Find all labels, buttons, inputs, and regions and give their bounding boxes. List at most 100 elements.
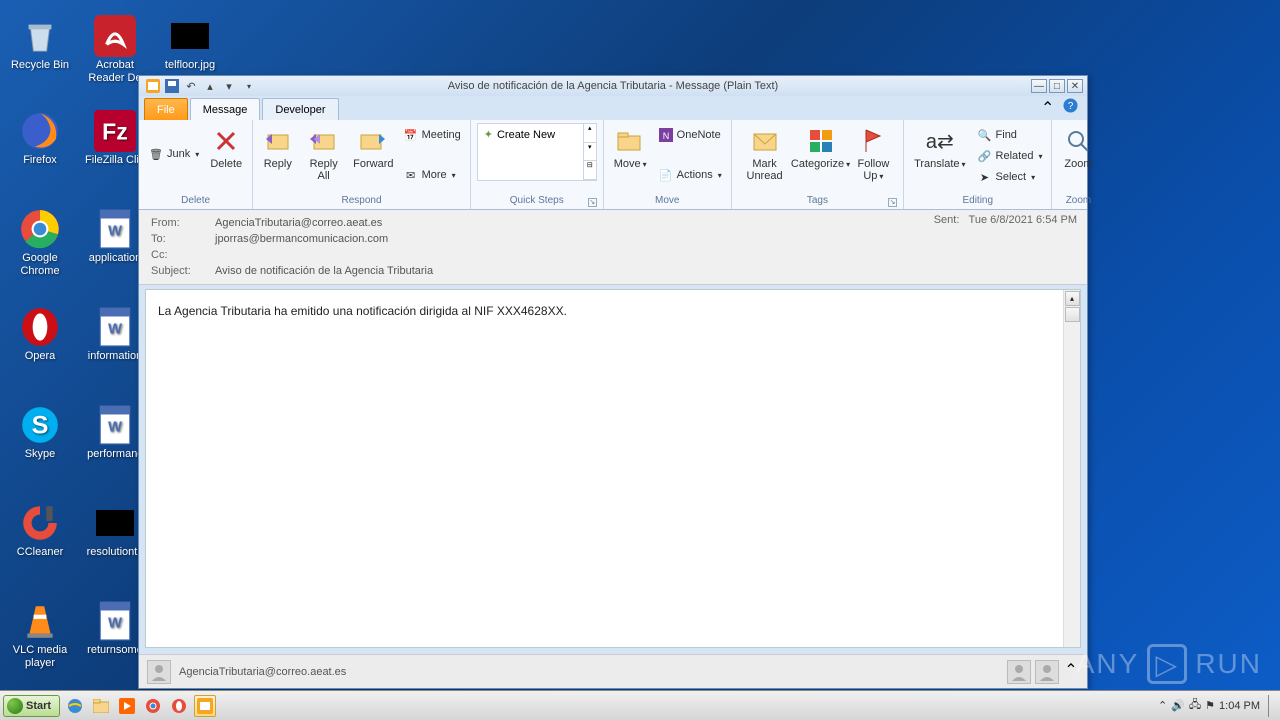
- quick-steps-gallery[interactable]: ✦Create New ▴▾⊟: [477, 123, 597, 181]
- show-desktop-button[interactable]: [1268, 695, 1276, 717]
- svg-text:W: W: [108, 321, 122, 337]
- svg-text:W: W: [108, 419, 122, 435]
- maximize-button[interactable]: □: [1049, 79, 1065, 93]
- people-pane: AgenciaTributaria@correo.aeat.es ⌃: [139, 654, 1087, 688]
- blackfile-icon: [169, 15, 211, 57]
- follow-up-button[interactable]: Follow Up▾: [850, 123, 897, 184]
- svg-text:W: W: [108, 223, 122, 239]
- group-tags: Tags↘: [738, 195, 897, 209]
- bin-icon: [19, 15, 61, 57]
- tray-network-icon[interactable]: 🖧: [1189, 696, 1201, 715]
- scroll-up-icon[interactable]: ▴: [1065, 291, 1080, 306]
- taskbar-explorer-icon[interactable]: [90, 695, 112, 717]
- tab-message[interactable]: Message: [190, 98, 261, 120]
- save-icon[interactable]: [164, 78, 180, 94]
- group-move: Move: [610, 195, 725, 209]
- next-icon[interactable]: ▾: [221, 78, 237, 94]
- desktop-icon-vlc-media-player[interactable]: VLC media player: [5, 600, 75, 669]
- view-icon[interactable]: [1007, 660, 1031, 684]
- to-value: jporras@bermancomunicacion.com: [215, 232, 441, 246]
- more-button[interactable]: ✉More▾: [400, 165, 464, 185]
- to-label: To:: [151, 232, 213, 246]
- taskbar-chrome-icon[interactable]: [142, 695, 164, 717]
- filezilla-icon: Fz: [94, 110, 136, 152]
- close-button[interactable]: ✕: [1067, 79, 1083, 93]
- gallery-more-icon[interactable]: ⊟: [584, 161, 596, 180]
- group-respond: Respond: [259, 195, 463, 209]
- taskbar-opera-icon[interactable]: [168, 695, 190, 717]
- opera-icon: [19, 306, 61, 348]
- desktop-icon-recycle-bin[interactable]: Recycle Bin: [5, 15, 75, 72]
- outlook-message-window: ↶ ▴ ▾ ▾ Aviso de notificación de la Agen…: [138, 75, 1088, 689]
- scroll-thumb[interactable]: [1065, 307, 1080, 322]
- svg-text:N: N: [662, 131, 669, 141]
- translate-button[interactable]: a⇄Translate▾: [910, 123, 969, 172]
- qat-more-icon[interactable]: ▾: [240, 78, 256, 94]
- svg-text:Fz: Fz: [102, 118, 128, 144]
- window-title: Aviso de notificación de la Agencia Trib…: [139, 80, 1087, 92]
- gallery-up-icon[interactable]: ▴: [584, 124, 596, 143]
- group-delete: Delete: [145, 195, 246, 209]
- minimize-button[interactable]: —: [1031, 79, 1047, 93]
- desktop-icon-google-chrome[interactable]: Google Chrome: [5, 208, 75, 277]
- forward-button[interactable]: Forward: [351, 123, 396, 172]
- tray-volume-icon[interactable]: 🔊: [1171, 699, 1185, 712]
- reply-all-button[interactable]: Reply All: [300, 123, 347, 184]
- doc-icon: W: [94, 600, 136, 642]
- doc-icon: W: [94, 306, 136, 348]
- tray-flag-icon[interactable]: ⚑: [1205, 699, 1215, 712]
- find-button[interactable]: 🔍Find: [974, 125, 1046, 145]
- ribbon-tabs: File Message Developer ⌃ ?: [139, 96, 1087, 120]
- desktop-icon-ccleaner[interactable]: CCleaner: [5, 502, 75, 559]
- related-button[interactable]: 🔗Related▾: [974, 146, 1046, 166]
- taskbar-ie-icon[interactable]: [64, 695, 86, 717]
- cc-label: Cc:: [151, 248, 213, 262]
- avatar: [147, 660, 171, 684]
- undo-icon[interactable]: ↶: [183, 78, 199, 94]
- message-header: Sent: Tue 6/8/2021 6:54 PM From:AgenciaT…: [139, 210, 1087, 285]
- cc-value: [215, 248, 441, 262]
- desktop-icon-opera[interactable]: Opera: [5, 306, 75, 363]
- actions-button[interactable]: 📄Actions▾: [655, 165, 725, 185]
- prev-icon[interactable]: ▴: [202, 78, 218, 94]
- tab-developer[interactable]: Developer: [262, 98, 338, 120]
- zoom-button[interactable]: Zoom: [1058, 123, 1098, 172]
- taskbar-clock[interactable]: 1:04 PM: [1219, 700, 1260, 712]
- tray-expand-icon[interactable]: ⌃: [1158, 699, 1167, 712]
- taskbar-outlook-icon[interactable]: [194, 695, 216, 717]
- gallery-down-icon[interactable]: ▾: [584, 143, 596, 162]
- desktop-icon-acrobat-reader-de[interactable]: Acrobat Reader De: [80, 15, 150, 84]
- system-tray: ⌃ 🔊 🖧 ⚑ 1:04 PM: [1158, 695, 1280, 717]
- outlook-icon: [145, 78, 161, 94]
- help-icon[interactable]: ?: [1063, 98, 1079, 114]
- taskbar: Start ⌃ 🔊 🖧 ⚑ 1:04 PM: [0, 690, 1280, 720]
- group-quick-steps: Quick Steps↘: [477, 195, 597, 209]
- desktop-icon-telfloor-jpg[interactable]: telfloor.jpg: [155, 15, 225, 72]
- expand-pane-icon[interactable]: ⌃: [1063, 660, 1079, 684]
- onenote-button[interactable]: NOneNote: [655, 125, 725, 145]
- ribbon: 🗑Junk▾ Delete Delete Reply Reply All For…: [139, 120, 1087, 210]
- mark-unread-button[interactable]: Mark Unread: [738, 123, 792, 184]
- meeting-button[interactable]: 📅Meeting: [400, 125, 464, 145]
- move-button[interactable]: Move▾: [610, 123, 651, 172]
- desktop-icon-skype[interactable]: SSkype: [5, 404, 75, 461]
- svg-text:S: S: [32, 411, 49, 439]
- view-icon[interactable]: [1035, 660, 1059, 684]
- taskbar-media-icon[interactable]: [116, 695, 138, 717]
- desktop-icon-firefox[interactable]: Firefox: [5, 110, 75, 167]
- doc-icon: W: [94, 208, 136, 250]
- junk-button[interactable]: 🗑Junk▾: [145, 144, 202, 164]
- tab-file[interactable]: File: [144, 98, 188, 120]
- scrollbar[interactable]: ▴: [1063, 290, 1080, 647]
- dialog-launcher-icon[interactable]: ↘: [588, 198, 597, 207]
- categorize-button[interactable]: Categorize▾: [795, 123, 845, 172]
- delete-button[interactable]: Delete: [206, 123, 246, 172]
- select-button[interactable]: ➤Select▾: [974, 167, 1046, 187]
- vlc-icon: [19, 600, 61, 642]
- reply-button[interactable]: Reply: [259, 123, 296, 172]
- collapse-ribbon-icon[interactable]: ⌃: [1041, 98, 1057, 114]
- message-body[interactable]: La Agencia Tributaria ha emitido una not…: [145, 289, 1081, 648]
- chrome-icon: [19, 208, 61, 250]
- dialog-launcher-icon[interactable]: ↘: [888, 198, 897, 207]
- start-button[interactable]: Start: [3, 695, 60, 717]
